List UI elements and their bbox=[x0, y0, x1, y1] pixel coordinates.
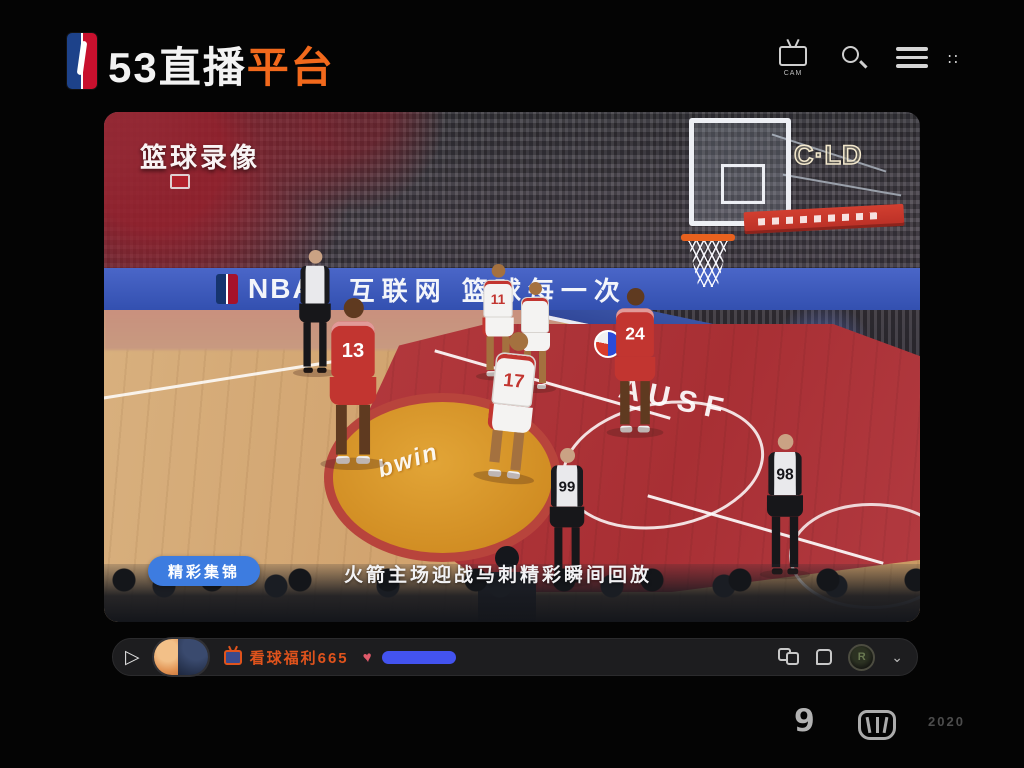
search-icon[interactable] bbox=[840, 44, 870, 74]
chevron-down-icon[interactable]: ⌄ bbox=[891, 649, 903, 666]
nba-logo bbox=[67, 33, 97, 89]
chat-icon[interactable] bbox=[816, 649, 832, 665]
center-circle-sponsor: bwin bbox=[374, 438, 442, 484]
pip-icon[interactable] bbox=[778, 648, 800, 666]
cast-icon-glyph bbox=[779, 46, 807, 66]
banner-nba-logo bbox=[216, 274, 238, 304]
jersey-number: 24 bbox=[616, 308, 654, 357]
overlay-badge: 精彩集锦 bbox=[148, 556, 260, 586]
footer-year-watermark: 2020 bbox=[928, 714, 965, 729]
live-tv-icon bbox=[224, 650, 242, 665]
control-bar: ▷ 看球福利665 ♥ R ⌄ bbox=[112, 638, 918, 676]
player-red-24: 24 bbox=[612, 288, 658, 432]
watermark-logo bbox=[170, 174, 190, 189]
progress-pill[interactable] bbox=[382, 651, 456, 664]
jersey-number: 13 bbox=[331, 321, 374, 377]
jersey-number: 99 bbox=[551, 465, 583, 506]
app-root: 53直播平台 CAM ∷ NBA 互联网 篮球每一次 bbox=[0, 0, 1024, 768]
video-player[interactable]: NBA 互联网 篮球每一次 bwin AUSF 13 bbox=[104, 112, 920, 622]
heart-icon: ♥ bbox=[362, 648, 373, 666]
cast-icon[interactable]: CAM bbox=[776, 38, 810, 72]
play-icon[interactable]: ▷ bbox=[125, 648, 140, 667]
footer-nine-icon[interactable]: 9 bbox=[794, 703, 815, 739]
control-bar-right: R ⌄ bbox=[778, 644, 903, 671]
cast-icon-label: CAM bbox=[776, 70, 810, 77]
jersey-number: 11 bbox=[483, 280, 512, 318]
footer-w-icon[interactable] bbox=[858, 710, 896, 740]
channel-watermark: C·LD bbox=[794, 140, 862, 171]
menu-icon[interactable] bbox=[896, 47, 928, 69]
player-red-13: 13 bbox=[327, 298, 380, 464]
site-title-accent: 平台 bbox=[247, 44, 335, 91]
jersey-number: 17 bbox=[491, 352, 537, 408]
streamer-avatar[interactable] bbox=[152, 637, 210, 677]
avatar-orb-button[interactable]: R bbox=[848, 644, 875, 671]
basketball-rim bbox=[681, 234, 735, 241]
backboard-inner-square bbox=[721, 164, 765, 204]
promo-text[interactable]: 看球福利665 bbox=[250, 647, 349, 668]
header: 53直播平台 CAM ∷ bbox=[0, 0, 1024, 100]
grid-dots-icon[interactable]: ∷ bbox=[948, 50, 970, 66]
jersey-number: 98 bbox=[768, 452, 802, 495]
site-title-white: 53直播 bbox=[108, 44, 247, 91]
overlay-subtitle: 火箭主场迎战马刺精彩瞬间回放 bbox=[344, 560, 652, 587]
site-title: 53直播平台 bbox=[108, 34, 335, 95]
watermark-text: 篮球录像 bbox=[140, 136, 260, 175]
referee-98: 98 bbox=[765, 434, 806, 574]
